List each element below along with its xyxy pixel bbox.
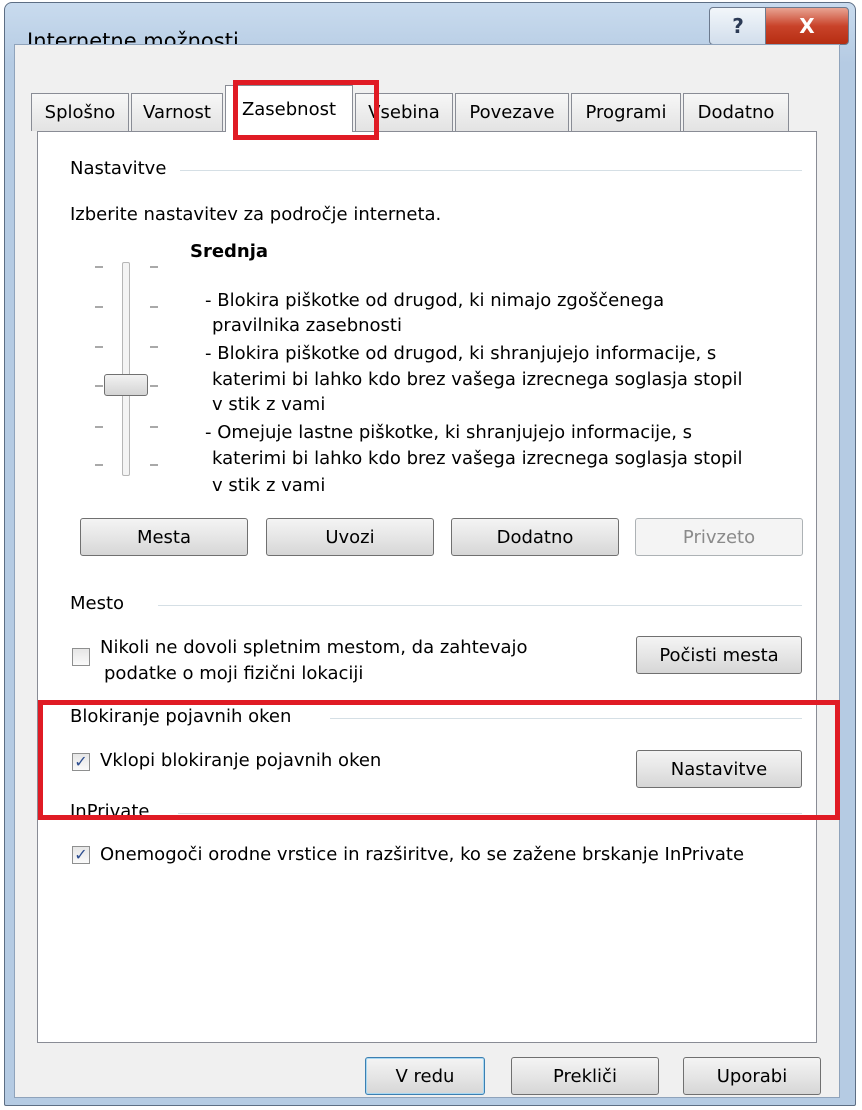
privacy-description-line: katerimi bi lahko kdo brez vašega izrecn… (212, 448, 743, 469)
slider-thumb[interactable] (104, 374, 148, 396)
apply-button[interactable]: Uporabi (683, 1057, 821, 1095)
close-button[interactable]: X (765, 7, 849, 45)
privacy-description-line: - Blokira piškotke od drugod, ki nimajo … (205, 290, 665, 311)
help-icon: ? (732, 14, 744, 38)
location-checkbox-label: Nikoli ne dovoli spletnim mestom, da zah… (100, 637, 528, 658)
privacy-description-line: v stik z vami (212, 475, 326, 496)
settings-group-label: Nastavitve (70, 158, 175, 179)
help-button[interactable]: ? (709, 7, 767, 45)
slider-tick (150, 306, 158, 308)
slider-track (122, 262, 130, 476)
tab-programs[interactable]: Programi (571, 93, 681, 131)
settings-prompt: Izberite nastavitev za področje internet… (70, 204, 442, 225)
ok-button[interactable]: V redu (365, 1057, 485, 1095)
slider-tick (150, 346, 158, 348)
slider-tick (150, 385, 158, 387)
inprivate-checkbox-label: Onemogoči orodne vrstice in razširitve, … (100, 844, 745, 865)
privacy-level-name: Srednja (190, 241, 269, 262)
checkmark-icon: ✓ (74, 845, 88, 864)
sites-button[interactable]: Mesta (80, 518, 248, 556)
privacy-description-line: - Blokira piškotke od drugod, ki shranju… (205, 343, 717, 364)
privacy-description-line: - Omejuje lastne piškotke, ki shranjujej… (205, 422, 693, 443)
slider-tick (95, 464, 103, 466)
slider-tick (95, 346, 103, 348)
inprivate-checkbox[interactable]: ✓ (72, 846, 90, 864)
location-checkbox-label: podatke o moji fizični lokaciji (104, 663, 364, 684)
slider-tick (95, 306, 103, 308)
close-icon: X (799, 14, 815, 38)
tab-security[interactable]: Varnost (131, 93, 223, 131)
highlight-box-privacy-tab (233, 80, 379, 140)
privacy-description-line: pravilnika zasebnosti (212, 315, 402, 336)
slider-tick (95, 385, 103, 387)
highlight-box-popup-blocker (38, 700, 840, 820)
slider-tick (150, 266, 158, 268)
clear-sites-button[interactable]: Počisti mesta (636, 636, 802, 674)
tab-general[interactable]: Splošno (31, 93, 129, 131)
import-button[interactable]: Uvozi (266, 518, 434, 556)
location-checkbox[interactable] (72, 648, 90, 666)
slider-tick (150, 426, 158, 428)
privacy-description-line: v stik z vami (212, 394, 326, 415)
slider-tick (150, 464, 158, 466)
slider-tick (95, 266, 103, 268)
advanced-button[interactable]: Dodatno (451, 518, 619, 556)
location-group-divider (158, 605, 802, 606)
cancel-button[interactable]: Prekliči (511, 1057, 659, 1095)
privacy-description-line: katerimi bi lahko kdo brez vašega izrecn… (212, 369, 743, 390)
tab-connections[interactable]: Povezave (455, 93, 569, 131)
tab-advanced[interactable]: Dodatno (683, 93, 789, 131)
location-group-label: Mesto (70, 593, 133, 614)
default-button[interactable]: Privzeto (635, 518, 803, 556)
settings-group-divider (180, 170, 802, 171)
slider-tick (95, 426, 103, 428)
